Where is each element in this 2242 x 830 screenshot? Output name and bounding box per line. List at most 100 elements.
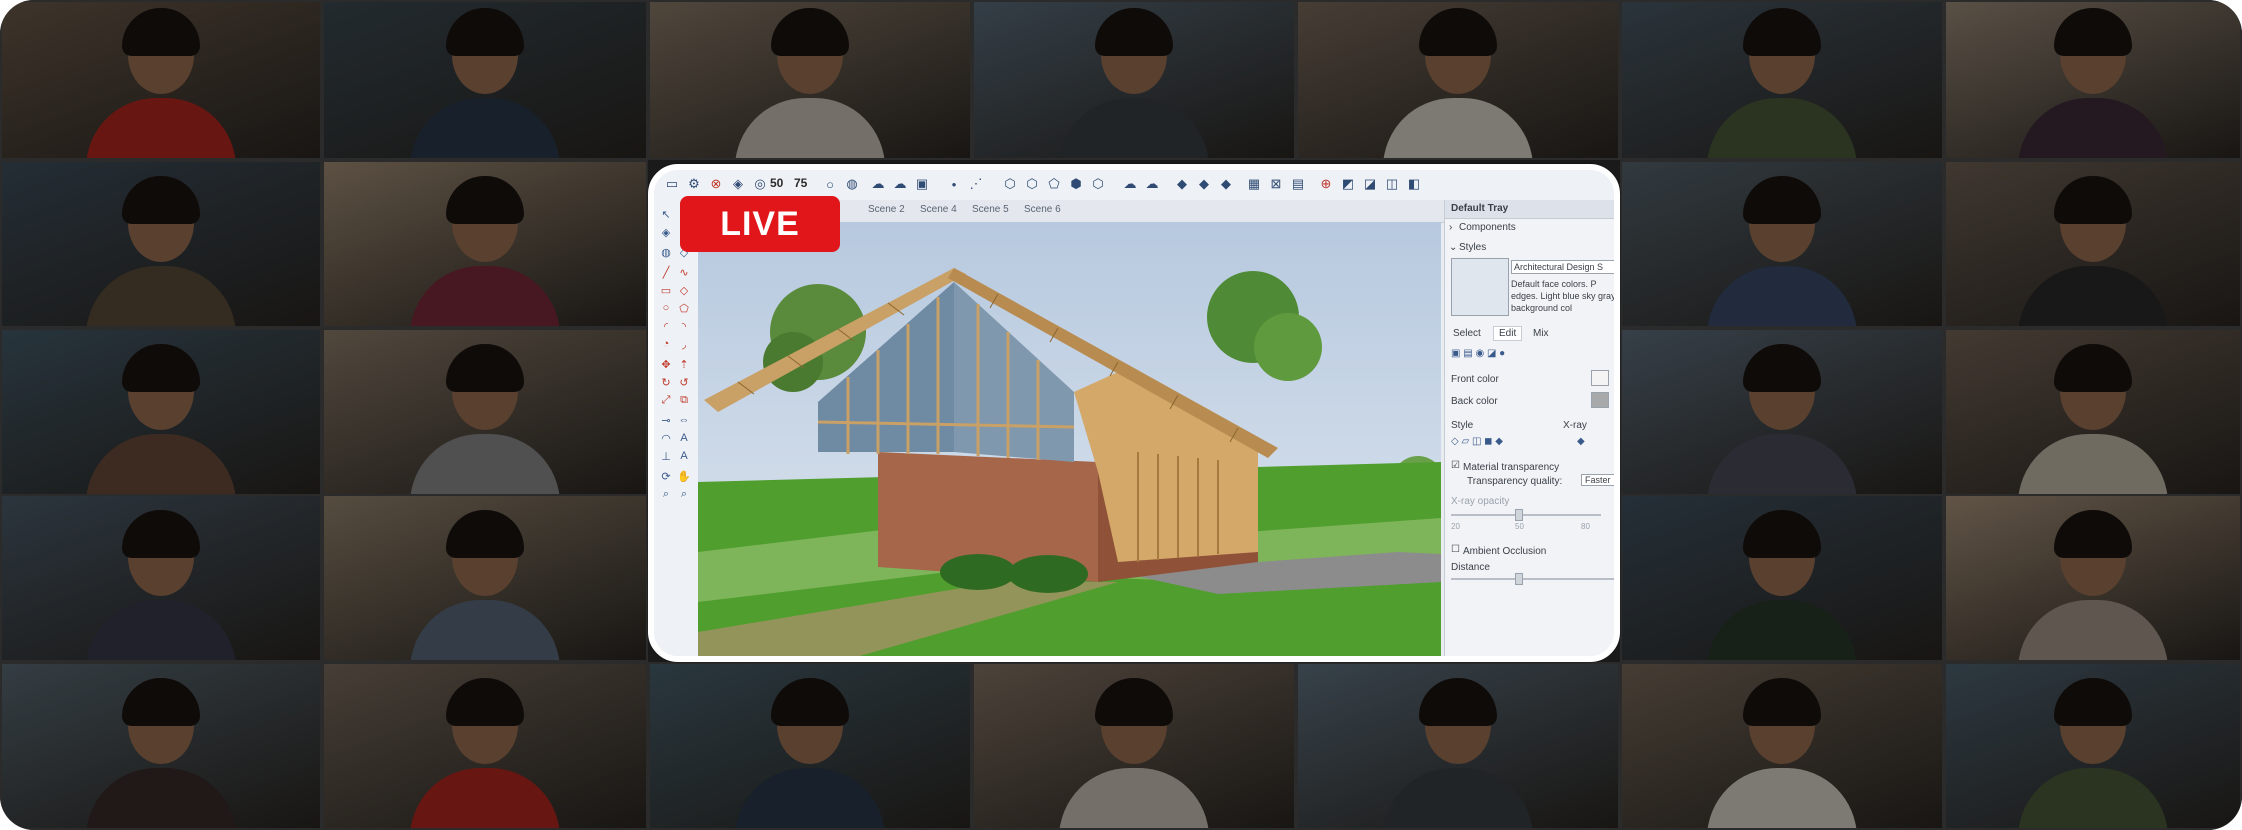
- freehand-icon[interactable]: ∿: [676, 264, 692, 280]
- xray-toggle-icon[interactable]: ◆: [1577, 436, 1585, 447]
- smoove-icon[interactable]: ⊠: [1266, 174, 1286, 194]
- cloud-up-icon[interactable]: ☁: [868, 174, 888, 194]
- participant-video-tile: [322, 160, 648, 328]
- style-thumbnail[interactable]: [1451, 258, 1509, 316]
- participant-video-tile: [1620, 160, 1944, 328]
- terrain-icon[interactable]: ◩: [1338, 174, 1358, 194]
- view-top-icon[interactable]: ⬡: [1022, 174, 1042, 194]
- extension-icon[interactable]: ☁: [1142, 174, 1162, 194]
- component-tool-icon[interactable]: ◈: [658, 224, 674, 240]
- paint-bucket-icon[interactable]: ◍: [658, 244, 674, 260]
- slider-tick: 50: [1515, 522, 1524, 531]
- face-style-icons[interactable]: ◇ ▱ ◫ ◼ ◆: [1451, 436, 1503, 447]
- model-info-icon[interactable]: ▣: [912, 174, 932, 194]
- tab-edit[interactable]: Edit: [1493, 326, 1523, 341]
- participant-avatar: [1707, 678, 1857, 828]
- arc3-tool-icon[interactable]: ◞: [676, 336, 692, 352]
- back-color-swatch[interactable]: [1591, 392, 1609, 408]
- sandbox-icon[interactable]: ▦: [1244, 174, 1264, 194]
- distance-slider[interactable]: [1451, 578, 1614, 580]
- transparency-quality-select[interactable]: Faster: [1581, 474, 1614, 486]
- 3d-text-icon[interactable]: A: [676, 448, 692, 464]
- checkbox-checked-icon[interactable]: ☑: [1451, 460, 1460, 471]
- text-tool-icon[interactable]: A: [676, 430, 692, 446]
- ambient-occlusion-label[interactable]: Ambient Occlusion: [1463, 546, 1546, 557]
- participant-avatar: [86, 176, 236, 326]
- slider-handle[interactable]: [1515, 573, 1523, 585]
- tab-select[interactable]: Select: [1453, 328, 1481, 339]
- zoom-tool-icon[interactable]: ⌕: [658, 486, 674, 502]
- tab-scene-4[interactable]: Scene 4: [920, 204, 957, 215]
- tab-scene-5[interactable]: Scene 5: [972, 204, 1009, 215]
- scale-tool-icon[interactable]: ⤢: [658, 392, 674, 408]
- material-transparency-label[interactable]: Material transparency: [1463, 462, 1559, 473]
- styles-section[interactable]: Styles: [1459, 242, 1486, 253]
- dimension-tool-icon[interactable]: ⇔: [676, 412, 692, 428]
- follow-me-icon[interactable]: ↺: [676, 374, 692, 390]
- view-front-icon[interactable]: ⬠: [1044, 174, 1064, 194]
- slider-handle[interactable]: [1515, 509, 1523, 521]
- drape-icon[interactable]: ◪: [1360, 174, 1380, 194]
- circle-icon[interactable]: ○: [820, 174, 840, 194]
- zoom-extents-icon[interactable]: ⌕: [676, 486, 692, 502]
- view-right-icon[interactable]: ⬢: [1066, 174, 1086, 194]
- tab-scene-6[interactable]: Scene 6: [1024, 204, 1061, 215]
- components-section[interactable]: Components: [1459, 222, 1516, 233]
- protractor-icon[interactable]: ◠: [658, 430, 674, 446]
- participant-avatar: [1059, 8, 1209, 158]
- gear-icon[interactable]: ⚙: [684, 174, 704, 194]
- tab-scene-2[interactable]: Scene 2: [868, 204, 905, 215]
- orbit-tool-icon[interactable]: ⟳: [658, 468, 674, 484]
- arc2-tool-icon[interactable]: ◝: [676, 318, 692, 334]
- toolbar-value-75[interactable]: 75: [794, 176, 807, 190]
- edge-settings-icon[interactable]: ▣ ▤ ◉ ◪ ●: [1451, 348, 1505, 359]
- 3d-model-viewport[interactable]: [698, 222, 1441, 656]
- section-plane-icon[interactable]: ◆: [1172, 174, 1192, 194]
- polygon-tool-icon[interactable]: ⬠: [676, 300, 692, 316]
- chevron-right-icon[interactable]: ›: [1449, 222, 1452, 233]
- chevron-down-icon[interactable]: ⌄: [1449, 242, 1457, 253]
- pie-tool-icon[interactable]: ◔: [658, 336, 674, 352]
- push-pull-icon[interactable]: ⇡: [676, 356, 692, 372]
- layers-icon[interactable]: ◈: [728, 174, 748, 194]
- warehouse-icon[interactable]: ☁: [1120, 174, 1140, 194]
- dimension-icon[interactable]: ⋰: [966, 174, 986, 194]
- tape-measure-icon[interactable]: ⊸: [658, 412, 674, 428]
- toolbar-value-50[interactable]: 50: [770, 176, 783, 190]
- select-tool-icon[interactable]: ↖: [658, 206, 674, 222]
- rectangle-tool-icon[interactable]: ▭: [658, 282, 674, 298]
- cloud-down-icon[interactable]: ☁: [890, 174, 910, 194]
- arc-tool-icon[interactable]: ◜: [658, 318, 674, 334]
- hide-icon[interactable]: ◎: [750, 174, 770, 194]
- move-tool-icon[interactable]: ✥: [658, 356, 674, 372]
- close-icon[interactable]: ⊗: [706, 174, 726, 194]
- add-detail-icon[interactable]: ◧: [1404, 174, 1424, 194]
- axes-tool-icon[interactable]: ⊥: [658, 448, 674, 464]
- view-back-icon[interactable]: ⬡: [1088, 174, 1108, 194]
- line-tool-icon[interactable]: ╱: [658, 264, 674, 280]
- front-color-swatch[interactable]: [1591, 370, 1609, 386]
- checkbox-icon[interactable]: ☐: [1451, 544, 1460, 555]
- participant-video-tile: [0, 0, 322, 160]
- sphere-icon[interactable]: ◍: [842, 174, 862, 194]
- participant-avatar: [86, 678, 236, 828]
- offset-tool-icon[interactable]: ⧉: [676, 392, 692, 408]
- pan-tool-icon[interactable]: ✋: [676, 468, 692, 484]
- folder-icon[interactable]: ▭: [662, 174, 682, 194]
- section-fill-icon[interactable]: ◆: [1216, 174, 1236, 194]
- geo-location-icon[interactable]: ⊕: [1316, 174, 1336, 194]
- tools-palette: ↖ ◈ ◍ ◇ ╱ ∿ ▭ ◇ ○ ⬠ ◜ ◝ ◔ ◞ ✥ ⇡ ↻ ↺ ⤢ ⧉ …: [654, 200, 699, 656]
- stamp-icon[interactable]: ▤: [1288, 174, 1308, 194]
- circle-tool-icon[interactable]: ○: [658, 300, 674, 316]
- style-name-field[interactable]: Architectural Design S: [1511, 260, 1614, 274]
- rotate-tool-icon[interactable]: ↻: [658, 374, 674, 390]
- rotated-rect-icon[interactable]: ◇: [676, 282, 692, 298]
- xray-opacity-slider[interactable]: [1451, 514, 1601, 516]
- view-iso-icon[interactable]: ⬡: [1000, 174, 1020, 194]
- flip-edge-icon[interactable]: ◫: [1382, 174, 1402, 194]
- dot-icon[interactable]: •: [944, 174, 964, 194]
- participant-avatar: [410, 678, 560, 828]
- section-cut-icon[interactable]: ◆: [1194, 174, 1214, 194]
- participant-video-tile: [1944, 662, 2242, 830]
- tab-mix[interactable]: Mix: [1533, 328, 1549, 339]
